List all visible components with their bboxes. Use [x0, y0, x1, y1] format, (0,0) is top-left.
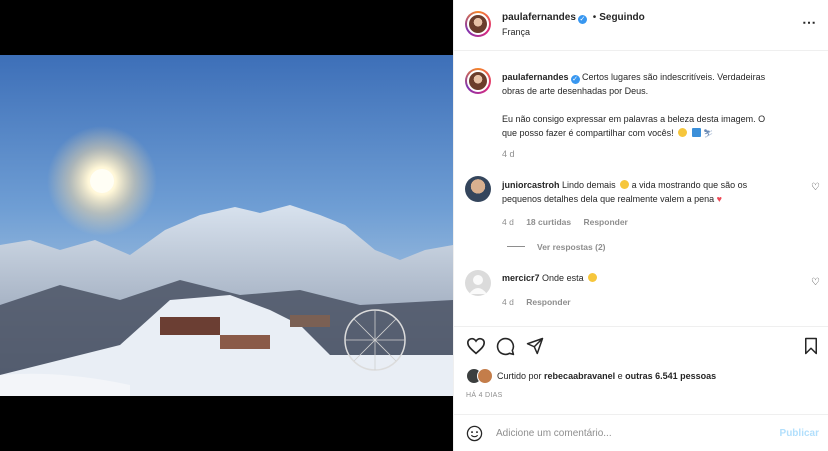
caption-username[interactable]: paulafernandes	[502, 72, 569, 82]
comment-text-line2: pequenos detalhes dela que realmente val…	[502, 194, 715, 204]
comment-meta: 4 d Responder	[502, 297, 571, 307]
caption-text-1: Certos lugares são indescritíveis. Verda…	[582, 72, 766, 82]
comment-text: Onde esta	[542, 273, 584, 283]
liked-by-prefix: Curtido por	[497, 371, 542, 381]
red-heart-emoji-icon: ♥	[716, 194, 723, 204]
comment-text: Lindo demais	[562, 180, 616, 190]
reply-button[interactable]: Responder	[526, 297, 570, 307]
comment-bubble-icon[interactable]	[496, 337, 515, 356]
comment: juniorcastroh Lindo demais a vida mostra…	[502, 178, 802, 206]
comment-like-icon[interactable]: ♡	[811, 277, 820, 288]
view-replies-button[interactable]: Ver respostas (2)	[537, 242, 606, 252]
comment-username[interactable]: mercicr7	[502, 273, 540, 283]
heart-eyes-emoji-icon	[588, 273, 598, 282]
dot-separator: •	[592, 12, 597, 23]
ice-cube-emoji-icon	[691, 128, 701, 137]
heart-eyes-emoji-icon	[620, 180, 630, 189]
comment-likes[interactable]: 18 curtidas	[526, 217, 571, 227]
caption-text-3: Eu não consigo expressar em palavras a b…	[502, 114, 766, 124]
reply-button[interactable]: Responder	[583, 217, 627, 227]
comment-input[interactable]: Adicione um comentário...	[496, 428, 612, 439]
liked-by-text: Curtido por rebecaabravanel e outras 6.5…	[497, 371, 716, 381]
save-bookmark-icon[interactable]	[803, 337, 819, 355]
comment-meta: 4 d 18 curtidas Responder	[502, 217, 628, 227]
post-date[interactable]: HÁ 4 DIAS	[466, 392, 503, 399]
post-details-panel: paulafernandes ✓ • Seguindo França ⋯ paula…	[453, 0, 828, 451]
comment-time[interactable]: 4 d	[502, 297, 514, 307]
commenter-avatar[interactable]	[465, 270, 491, 296]
caption-time[interactable]: 4 d	[502, 149, 515, 159]
author-username[interactable]: paulafernandes	[502, 12, 576, 23]
verified-badge-icon: ✓	[570, 75, 580, 84]
caption-text-2: obras de arte desenhadas por Deus.	[502, 86, 649, 96]
liked-by-user[interactable]: rebecaabravanel	[544, 371, 615, 381]
author-avatar[interactable]	[465, 11, 491, 37]
follow-status-button[interactable]: Seguindo	[599, 12, 645, 23]
replies-divider	[507, 246, 525, 247]
add-comment-bar: Adicione um comentário... Publicar	[454, 414, 828, 451]
post-photo	[0, 55, 453, 396]
liked-by-avatars[interactable]	[466, 368, 496, 384]
smile-emoji-icon	[678, 128, 688, 137]
caption-avatar[interactable]	[465, 68, 491, 94]
more-options-icon[interactable]: ⋯	[802, 14, 817, 31]
post-actions: Curtido por rebecaabravanel e outras 6.5…	[454, 326, 828, 426]
comment: mercicr7 Onde esta	[502, 273, 598, 283]
liker-avatar	[477, 368, 493, 384]
comment-like-icon[interactable]: ♡	[811, 182, 820, 193]
caption-text-4: que posso fazer é compartilhar com vocês…	[502, 128, 674, 138]
emoji-picker-icon[interactable]	[466, 425, 483, 442]
liked-by-middle: e	[617, 371, 623, 381]
commenter-avatar[interactable]	[465, 176, 491, 202]
like-heart-icon[interactable]	[466, 337, 486, 355]
share-paper-plane-icon[interactable]	[526, 337, 544, 355]
post-header: paulafernandes ✓ • Seguindo França ⋯	[454, 0, 828, 51]
publish-button[interactable]: Publicar	[780, 428, 819, 439]
post-media[interactable]	[0, 0, 453, 451]
comment-text-cont: a vida mostrando que são os	[631, 180, 748, 190]
post-location[interactable]: França	[502, 27, 530, 37]
skier-emoji-icon: ⛷	[703, 129, 714, 138]
comment-username[interactable]: juniorcastroh	[502, 180, 560, 190]
caption: paulafernandes ✓ Certos lugares são indes…	[502, 70, 817, 141]
liked-by-others[interactable]: outras 6.541 pessoas	[625, 371, 716, 381]
comment-time[interactable]: 4 d	[502, 217, 514, 227]
verified-badge-icon: ✓	[577, 15, 587, 24]
default-avatar-icon	[469, 275, 487, 294]
